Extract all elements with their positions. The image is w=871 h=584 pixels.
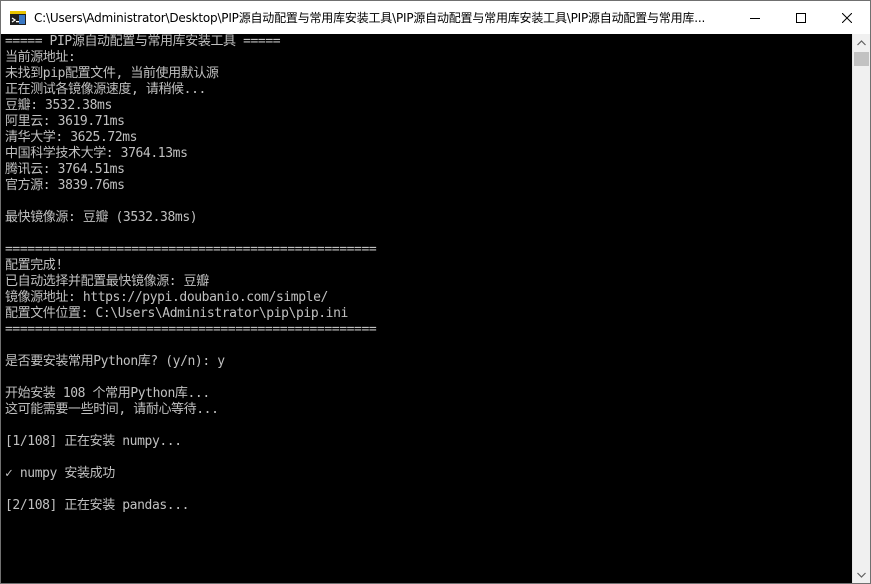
console-line: 开始安装 108 个常用Python库... — [5, 386, 210, 401]
console-app-icon — [10, 10, 26, 25]
console-line: 已自动选择并配置最快镜像源: 豆瓣 — [5, 274, 209, 289]
console-line: 腾讯云: 3764.51ms — [5, 162, 125, 177]
scrollbar-thumb[interactable] — [854, 52, 869, 66]
close-button[interactable] — [824, 1, 870, 34]
console-line: 最快镜像源: 豆瓣 (3532.38ms) — [5, 210, 198, 225]
title-bar[interactable]: C:\Users\Administrator\Desktop\PIP源自动配置与… — [1, 1, 870, 34]
console-line: 当前源地址: — [5, 50, 76, 65]
console-line: ✓ numpy 安装成功 — [5, 466, 115, 481]
window-controls — [732, 1, 870, 34]
console-line: 这可能需要一些时间, 请耐心等待... — [5, 402, 219, 417]
console-line: 镜像源地址: https://pypi.doubanio.com/simple/ — [5, 290, 328, 305]
minimize-button[interactable] — [732, 1, 778, 34]
console-line: ========================================… — [5, 242, 377, 257]
vertical-scrollbar[interactable] — [852, 34, 870, 583]
console-line: 正在测试各镜像源速度, 请稍候... — [5, 82, 206, 97]
window-title: C:\Users\Administrator\Desktop\PIP源自动配置与… — [34, 11, 706, 25]
console-line: 配置文件位置: C:\Users\Administrator\pip\pip.i… — [5, 306, 348, 321]
console-line: 配置完成! — [5, 258, 63, 273]
scroll-up-button[interactable] — [853, 34, 870, 51]
console-line: 未找到pip配置文件, 当前使用默认源 — [5, 66, 219, 81]
console-window: C:\Users\Administrator\Desktop\PIP源自动配置与… — [0, 0, 871, 584]
minimize-icon — [750, 17, 760, 19]
console-line: 是否要安装常用Python库? (y/n): y — [5, 354, 225, 369]
console-output[interactable]: ===== PIP源自动配置与常用库安装工具 ===== 当前源地址: 未找到p… — [1, 34, 852, 583]
close-icon — [842, 12, 852, 23]
maximize-icon — [796, 12, 806, 23]
maximize-button[interactable] — [778, 1, 824, 34]
console-line: [2/108] 正在安装 pandas... — [5, 498, 190, 513]
console-line: [1/108] 正在安装 numpy... — [5, 434, 182, 449]
scroll-down-arrow-icon — [857, 572, 866, 578]
console-line: 中国科学技术大学: 3764.13ms — [5, 146, 188, 161]
console-line: ========================================… — [5, 322, 377, 337]
scroll-down-button[interactable] — [853, 566, 870, 583]
console-line: 清华大学: 3625.72ms — [5, 130, 138, 145]
console-line: 官方源: 3839.76ms — [5, 178, 125, 193]
scroll-up-arrow-icon — [857, 39, 866, 45]
console-line: ===== PIP源自动配置与常用库安装工具 ===== — [5, 34, 281, 49]
console-line: 豆瓣: 3532.38ms — [5, 98, 112, 113]
console-line: 阿里云: 3619.71ms — [5, 114, 125, 129]
